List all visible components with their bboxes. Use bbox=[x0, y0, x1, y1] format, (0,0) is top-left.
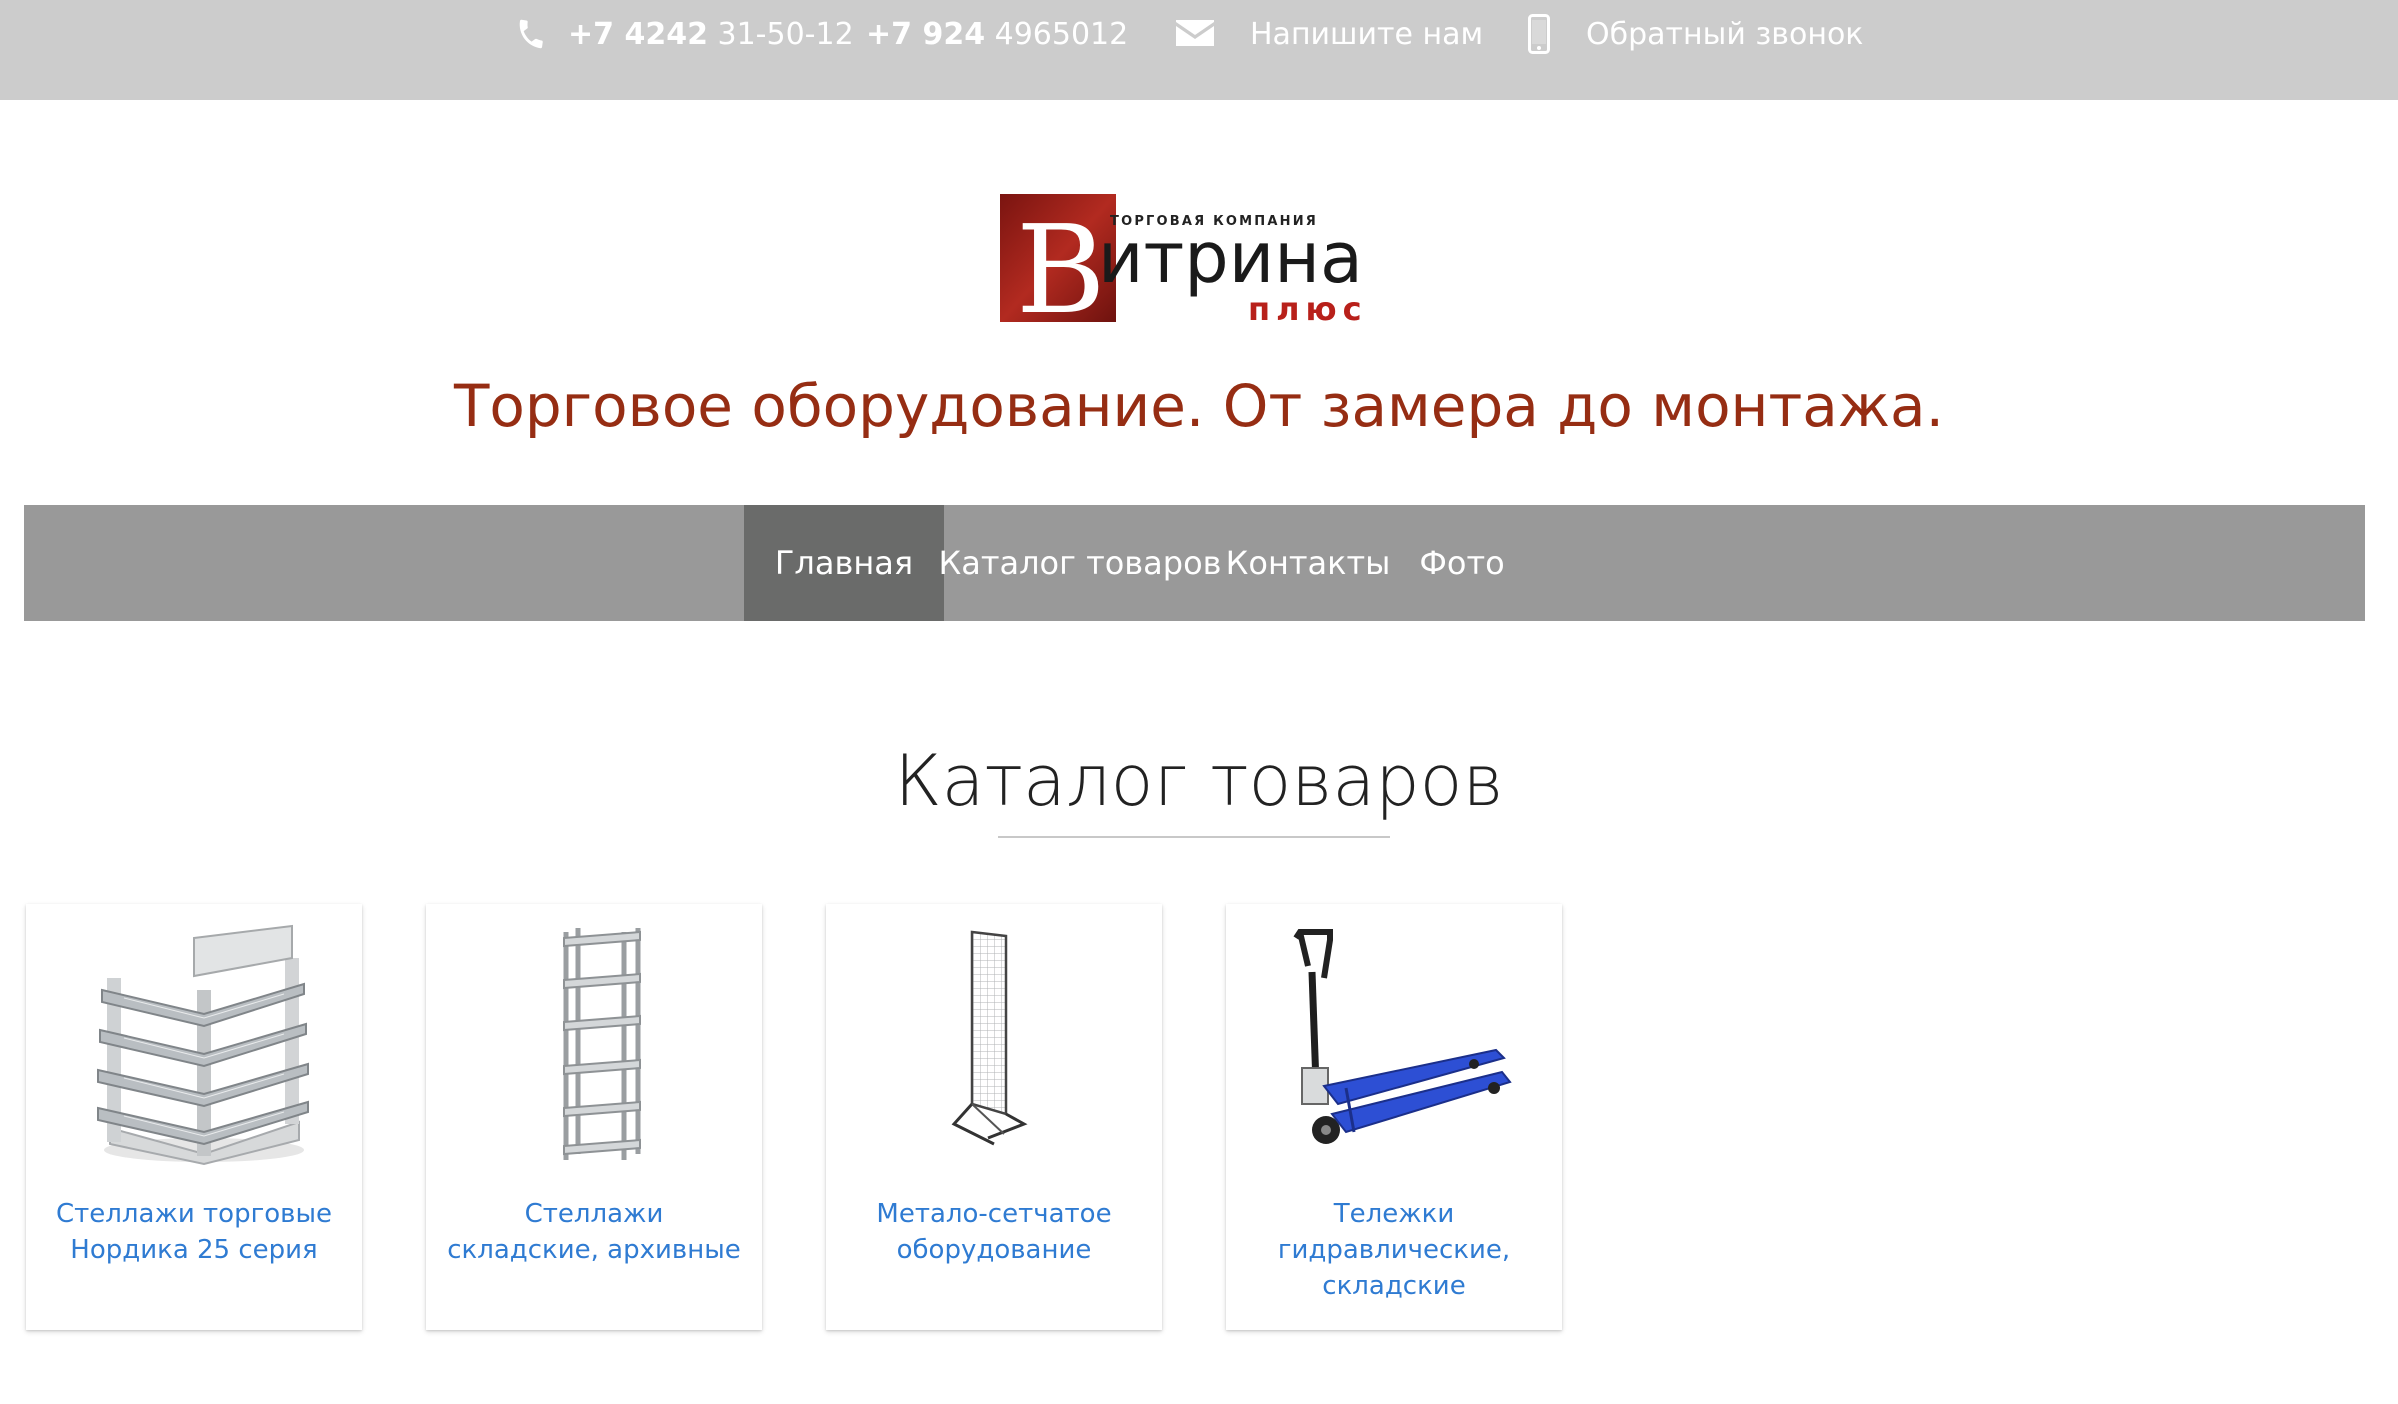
catalog-section-title: Каталог товаров bbox=[894, 740, 1504, 822]
phone-icon bbox=[519, 19, 543, 49]
phone-2-number: 4965012 bbox=[994, 16, 1129, 52]
mobile-phone-icon bbox=[1528, 14, 1550, 54]
callback-label: Обратный звонок bbox=[1586, 16, 1864, 52]
envelope-icon bbox=[1176, 20, 1214, 46]
main-navigation: Главная Каталог товаров Контакты Фото bbox=[24, 505, 2365, 621]
section-title-underline bbox=[998, 836, 1390, 838]
phone-1-prefix: +7 4242 bbox=[568, 16, 708, 52]
catalog-card-mesh-stand[interactable]: Метало-сетчатое оборудование bbox=[826, 904, 1162, 1330]
warehouse-shelving-image[interactable] bbox=[454, 918, 734, 1168]
catalog-card-title[interactable]: Метало-сетчатое оборудование bbox=[846, 1196, 1142, 1268]
mesh-display-stand-image[interactable] bbox=[854, 918, 1134, 1168]
catalog-card-title[interactable]: Стеллажи торговые Нордика 25 серия bbox=[46, 1196, 342, 1268]
svg-text:итрина: итрина bbox=[1098, 217, 1363, 299]
top-contact-bar: +7 4242 31-50-12 +7 924 4965012 Напишите… bbox=[0, 0, 2398, 100]
svg-text:плюс: плюс bbox=[1248, 290, 1368, 324]
company-logo[interactable]: В ТОРГОВАЯ КОМПАНИЯ итрина плюс bbox=[998, 192, 1404, 341]
catalog-card-pallet-jack[interactable]: Тележки гидравлические, складские bbox=[1226, 904, 1562, 1330]
svg-text:В: В bbox=[1016, 199, 1106, 324]
catalog-card-warehouse-shelving[interactable]: Стеллажи складские, архивные bbox=[426, 904, 762, 1330]
site-tagline: Торговое оборудование. От замера до монт… bbox=[453, 372, 1945, 440]
callback-link[interactable]: Обратный звонок bbox=[1528, 0, 1863, 68]
catalog-card-title[interactable]: Стеллажи складские, архивные bbox=[446, 1196, 742, 1268]
retail-shelving-image[interactable] bbox=[54, 918, 334, 1168]
nav-item-catalog[interactable]: Каталог товаров bbox=[938, 505, 1221, 621]
nav-item-label: Каталог товаров bbox=[938, 544, 1222, 582]
catalog-card-retail-shelving[interactable]: Стеллажи торговые Нордика 25 серия bbox=[26, 904, 362, 1330]
nav-item-home[interactable]: Главная bbox=[744, 505, 944, 621]
write-us-label: Напишите нам bbox=[1250, 16, 1484, 52]
catalog-card-title[interactable]: Тележки гидравлические, складские bbox=[1246, 1196, 1542, 1304]
nav-item-photo[interactable]: Фото bbox=[1400, 505, 1524, 621]
nav-item-label: Контакты bbox=[1225, 544, 1391, 582]
nav-item-contacts[interactable]: Контакты bbox=[1216, 505, 1400, 621]
phone-2-prefix: +7 924 bbox=[866, 16, 986, 52]
phone-1-number: 31-50-12 bbox=[717, 16, 854, 52]
nav-item-label: Главная bbox=[774, 544, 914, 582]
phone-1-link[interactable]: +7 4242 31-50-12 bbox=[514, 0, 854, 68]
nav-item-label: Фото bbox=[1419, 544, 1505, 582]
write-us-link[interactable]: Напишите нам bbox=[1176, 0, 1483, 68]
phone-2-link[interactable]: +7 924 4965012 bbox=[866, 0, 1128, 68]
pallet-jack-image[interactable] bbox=[1254, 918, 1534, 1168]
